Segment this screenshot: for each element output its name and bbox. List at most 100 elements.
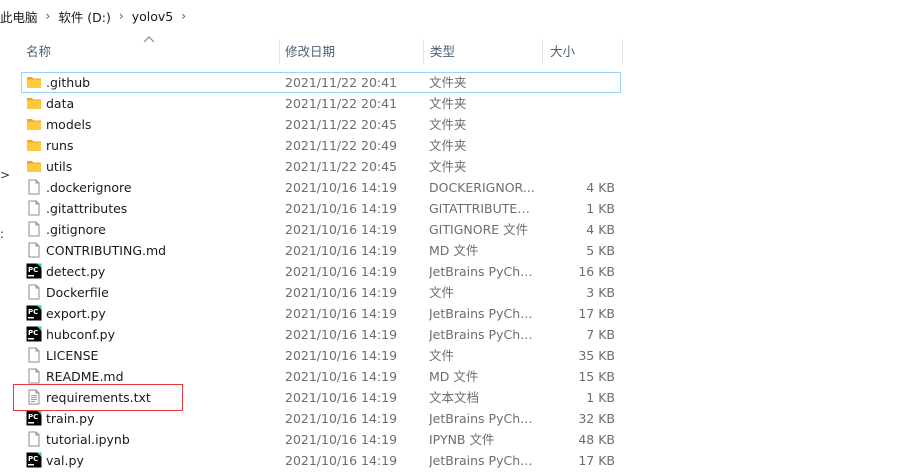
file-modified-date: 2021/10/16 14:19 [285, 369, 398, 384]
file-modified-date: 2021/10/16 14:19 [285, 327, 398, 342]
file-name: data [46, 96, 75, 111]
file-row[interactable]: CONTRIBUTING.md 2021/10/16 14:19 MD 文件 5 KB [21, 240, 621, 261]
file-modified-date: 2021/10/16 14:19 [285, 432, 398, 447]
file-row[interactable]: PC export.py 2021/10/16 14:19 JetBrains PyC… [21, 303, 621, 324]
pycharm-icon: PC [26, 305, 42, 321]
file-type: 文件夹 [429, 75, 467, 90]
file-row[interactable]: requirements.txt 2021/10/16 14:19 文本文档 1 KB [21, 387, 621, 408]
nav-pane-edge: : [0, 227, 5, 241]
svg-text:PC: PC [28, 266, 38, 274]
file-modified-date: 2021/10/16 14:19 [285, 411, 398, 426]
file-type: JetBrains PyChar... [429, 453, 535, 468]
file-type: DOCKERIGNOR... [429, 180, 535, 195]
blank-file-icon [26, 200, 42, 216]
blank-file-icon [26, 368, 42, 384]
file-row[interactable]: PC hubconf.py 2021/10/16 14:19 JetBrains Py… [21, 324, 621, 345]
breadcrumb: 此电脑 › 软件 (D:) › yolov5 › [0, 0, 908, 32]
pycharm-icon: PC [26, 263, 42, 279]
nav-pane-edge: > [0, 168, 11, 182]
file-name: Dockerfile [46, 285, 109, 300]
file-size: 17 KB [578, 306, 615, 321]
file-row[interactable]: .gitignore 2021/10/16 14:19 GITIGNORE 文件 4 … [21, 219, 621, 240]
file-type: JetBrains PyChar... [429, 306, 535, 321]
file-row[interactable]: utils 2021/11/22 20:45 文件夹 [21, 156, 621, 177]
file-row[interactable]: runs 2021/11/22 20:49 文件夹 [21, 135, 621, 156]
file-row[interactable]: Dockerfile 2021/10/16 14:19 文件 3 KB [21, 282, 621, 303]
file-row[interactable]: .gitattributes 2021/10/16 14:19 GITATTRIBU… [21, 198, 621, 219]
file-name: export.py [46, 306, 106, 321]
file-size: 16 KB [578, 264, 615, 279]
file-name: runs [46, 138, 74, 153]
svg-text:PC: PC [28, 308, 38, 316]
file-type: GITIGNORE 文件 [429, 222, 529, 237]
breadcrumb-item-yolov5[interactable]: yolov5 [128, 9, 178, 24]
file-row[interactable]: PC val.py 2021/10/16 14:19 JetBrains PyChar… [21, 450, 621, 471]
file-row[interactable]: data 2021/11/22 20:41 文件夹 [21, 93, 621, 114]
column-header-size[interactable]: 大小 [550, 39, 575, 65]
file-size: 17 KB [578, 453, 615, 468]
column-header: 名称 修改日期 类型 大小 [0, 39, 908, 65]
folder-icon [26, 137, 42, 153]
file-size: 1 KB [586, 201, 615, 216]
file-row[interactable]: PC train.py 2021/10/16 14:19 JetBrains PyCh… [21, 408, 621, 429]
file-type: GITATTRIBUTES ... [429, 201, 535, 216]
file-size: 15 KB [578, 369, 615, 384]
chevron-right-icon[interactable]: › [42, 9, 55, 23]
file-name: models [46, 117, 92, 132]
file-type: MD 文件 [429, 243, 479, 258]
column-header-name[interactable]: 名称 [26, 39, 51, 65]
file-size: 4 KB [586, 180, 615, 195]
chevron-right-icon[interactable]: › [177, 9, 190, 23]
file-modified-date: 2021/10/16 14:19 [285, 264, 398, 279]
file-row[interactable]: LICENSE 2021/10/16 14:19 文件 35 KB [21, 345, 621, 366]
column-divider[interactable] [423, 39, 424, 65]
chevron-right-icon[interactable]: › [115, 9, 128, 23]
file-type: 文件 [429, 285, 455, 300]
column-header-type[interactable]: 类型 [430, 39, 455, 65]
file-row[interactable]: README.md 2021/10/16 14:19 MD 文件 15 KB [21, 366, 621, 387]
file-modified-date: 2021/10/16 14:19 [285, 306, 398, 321]
column-divider[interactable] [542, 39, 543, 65]
file-row[interactable]: .github 2021/11/22 20:41 文件夹 [21, 72, 621, 93]
blank-file-icon [26, 221, 42, 237]
file-name: LICENSE [46, 348, 99, 363]
file-size: 5 KB [586, 243, 615, 258]
file-size: 7 KB [586, 327, 615, 342]
file-modified-date: 2021/11/22 20:45 [285, 117, 398, 132]
file-name: .dockerignore [46, 180, 132, 195]
file-row[interactable]: PC detect.py 2021/10/16 14:19 JetBrains PyC… [21, 261, 621, 282]
blank-file-icon [26, 179, 42, 195]
file-modified-date: 2021/10/16 14:19 [285, 180, 398, 195]
file-modified-date: 2021/11/22 20:49 [285, 138, 398, 153]
file-type: JetBrains PyChar... [429, 327, 535, 342]
file-modified-date: 2021/10/16 14:19 [285, 222, 398, 237]
column-divider[interactable] [622, 39, 623, 65]
file-modified-date: 2021/10/16 14:19 [285, 201, 398, 216]
file-name: .gitattributes [46, 201, 128, 216]
file-name: CONTRIBUTING.md [46, 243, 167, 258]
column-header-date[interactable]: 修改日期 [285, 39, 335, 65]
file-modified-date: 2021/11/22 20:45 [285, 159, 398, 174]
file-row[interactable]: tutorial.ipynb 2021/10/16 14:19 IPYNB 文件 48… [21, 429, 621, 450]
blank-file-icon [26, 347, 42, 363]
file-modified-date: 2021/10/16 14:19 [285, 285, 398, 300]
breadcrumb-item-this-pc[interactable]: 此电脑 [0, 7, 42, 26]
file-type: 文本文档 [429, 390, 480, 405]
folder-icon [26, 74, 42, 90]
file-type: JetBrains PyChar... [429, 411, 535, 426]
file-name: tutorial.ipynb [46, 432, 130, 447]
file-name: utils [46, 159, 73, 174]
breadcrumb-item-drive-d[interactable]: 软件 (D:) [54, 7, 115, 26]
file-name: requirements.txt [46, 390, 151, 405]
file-name: README.md [46, 369, 124, 384]
file-size: 48 KB [578, 432, 615, 447]
folder-icon [26, 116, 42, 132]
file-size: 1 KB [586, 390, 615, 405]
file-row[interactable]: .dockerignore 2021/10/16 14:19 DOCKERIGNOR… [21, 177, 621, 198]
folder-icon [26, 95, 42, 111]
file-row[interactable]: models 2021/11/22 20:45 文件夹 [21, 114, 621, 135]
blank-file-icon [26, 431, 42, 447]
pycharm-icon: PC [26, 452, 42, 468]
column-divider[interactable] [279, 39, 280, 65]
file-size: 32 KB [578, 411, 615, 426]
